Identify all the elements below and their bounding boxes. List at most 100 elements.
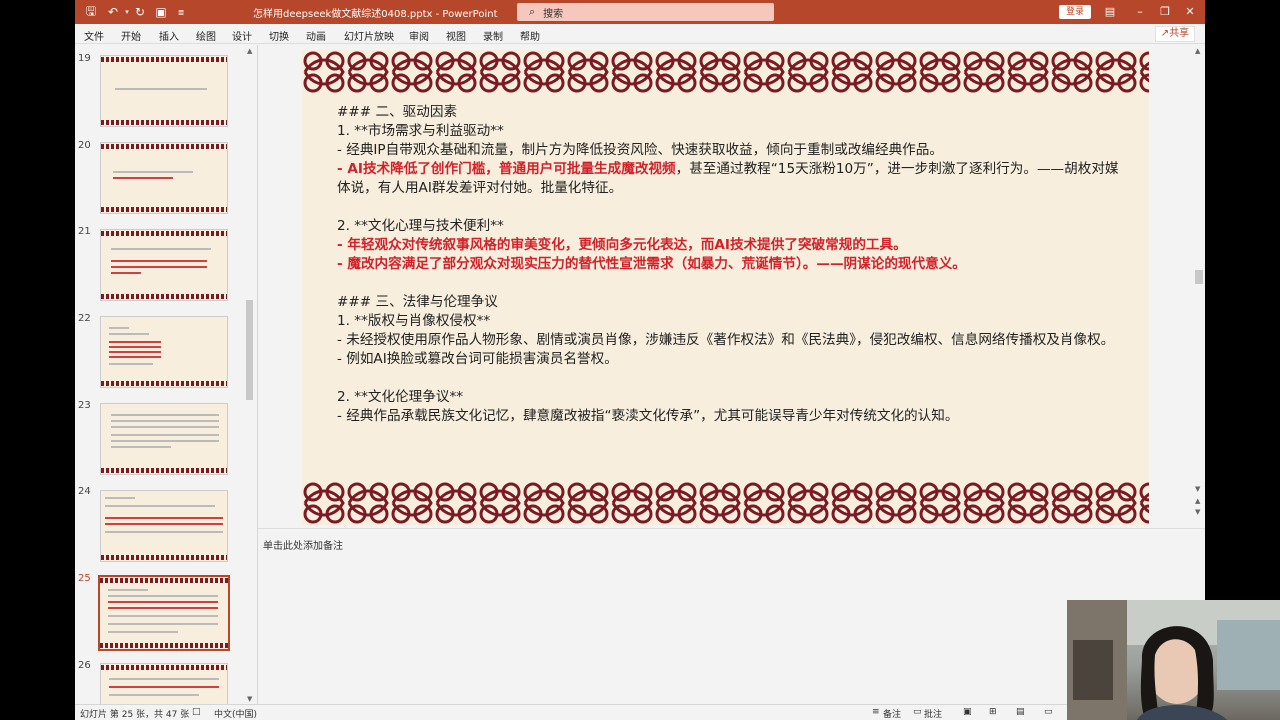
tab-record[interactable]: 录制 (483, 28, 503, 43)
thumb-text (111, 426, 219, 428)
thumb-text (109, 341, 161, 343)
share-button[interactable]: ↗共享 (1155, 26, 1195, 42)
slide-thumbnail[interactable] (100, 663, 228, 705)
highlight-text: - AI技术降低了创作门槛，普通用户可批量生成魔改视频 (337, 161, 676, 177)
thumb-text (111, 446, 171, 448)
thumb-text (109, 686, 219, 688)
slide-bullet-highlight: - 年轻观众对传统叙事风格的审美变化，更倾向多元化表达，而AI技术提供了突破常规… (337, 237, 907, 253)
share-icon: ↗ (1160, 28, 1170, 39)
tab-home[interactable]: 开始 (121, 28, 141, 43)
next-slide-icon[interactable]: ▼ (1195, 508, 1200, 516)
thumb-text (111, 266, 207, 268)
scroll-thumb[interactable] (246, 300, 253, 400)
thumb-text (111, 414, 219, 416)
notes-icon[interactable]: ≡ (872, 707, 880, 717)
thumb-border (100, 578, 228, 583)
slide-thumbnail[interactable] (100, 229, 228, 301)
notes-toggle[interactable]: 备注 (883, 707, 901, 720)
notes-pane[interactable]: 单击此处添加备注 (258, 528, 1205, 704)
powerpoint-window: 🖫 ↶ ▾ ↻ ▣ ≣ 怎样用deepseek做文献综述0408.pptx - … (75, 0, 1205, 720)
accessibility-icon[interactable]: □ (192, 707, 201, 717)
thumb-number: 22 (78, 313, 91, 324)
tab-help[interactable]: 帮助 (520, 28, 540, 43)
scroll-thumb[interactable] (1195, 270, 1203, 284)
slide-bullet: - 例如AI换脸或篡改台词可能损害演员名誉权。 (337, 351, 618, 367)
thumb-border (101, 57, 227, 62)
thumb-text (111, 272, 141, 274)
thumb-border (101, 555, 227, 560)
thumb-text (113, 171, 193, 173)
notes-placeholder[interactable]: 单击此处添加备注 (263, 537, 343, 552)
customize-toolbar-icon[interactable]: ≣ (173, 4, 189, 20)
ribbon-display-icon[interactable]: ▤ (1100, 3, 1120, 21)
thumb-text (108, 623, 218, 625)
present-icon[interactable]: ▣ (153, 4, 169, 20)
tab-transitions[interactable]: 切换 (269, 28, 289, 43)
scroll-up-icon[interactable]: ▲ (1195, 47, 1200, 55)
slide-sorter-icon[interactable]: ⊞ (989, 707, 997, 717)
slide-bullet: - 经典作品承载民族文化记忆，肆意魔改被指“亵渎文化传承”，尤其可能误导青少年对… (337, 408, 959, 424)
previous-slide-icon[interactable]: ▲ (1195, 497, 1200, 505)
close-icon[interactable]: ✕ (1180, 3, 1200, 21)
comments-icon[interactable]: ▭ (913, 707, 922, 717)
normal-view-icon[interactable]: ▣ (963, 707, 972, 717)
search-input[interactable]: ⌕ 搜索 (517, 3, 774, 21)
redo-icon[interactable]: ↻ (132, 4, 148, 20)
decorative-border-top (302, 50, 1149, 94)
tab-file[interactable]: 文件 (84, 28, 104, 43)
status-bar: 幻灯片 第 25 张，共 47 张 □ 中文(中国) ≡ 备注 ▭ 批注 ▣ ⊞… (75, 704, 1205, 720)
language-indicator[interactable]: 中文(中国) (214, 707, 257, 720)
slide-thumbnail-active[interactable] (98, 575, 230, 651)
slide-thumbnail[interactable] (100, 316, 228, 388)
reading-view-icon[interactable]: ▤ (1016, 707, 1025, 717)
thumbnail-scrollbar[interactable]: ▲ ▼ (245, 45, 255, 705)
slide-thumbnail[interactable] (100, 55, 228, 127)
slide-text-body[interactable]: ### 二、驱动因素 1. **市场需求与利益驱动** - 经典IP自带观众基础… (337, 103, 1127, 426)
tab-insert[interactable]: 插入 (159, 28, 179, 43)
tab-design[interactable]: 设计 (232, 28, 252, 43)
thumb-text (109, 694, 199, 696)
title-bar: 🖫 ↶ ▾ ↻ ▣ ≣ 怎样用deepseek做文献综述0408.pptx - … (75, 0, 1205, 24)
slide-thumbnail[interactable] (100, 142, 228, 214)
restore-icon[interactable]: ❐ (1155, 3, 1175, 21)
slide-canvas[interactable]: ### 二、驱动因素 1. **市场需求与利益驱动** - 经典IP自带观众基础… (302, 50, 1149, 525)
tab-draw[interactable]: 绘图 (196, 28, 216, 43)
slide-bullet: - 经典IP自带观众基础和流量，制片方为降低投资风险、快速获取收益，倾向于重制或… (337, 142, 943, 158)
tab-review[interactable]: 审阅 (409, 28, 429, 43)
thumb-number: 26 (78, 660, 91, 671)
thumb-text (108, 589, 148, 591)
tab-slideshow[interactable]: 幻灯片放映 (344, 28, 394, 43)
slide-bullet: - 未经授权使用原作品人物形象、剧情或演员肖像，涉嫌违反《著作权法》和《民法典》… (337, 332, 1115, 348)
slide-thumbnail[interactable] (100, 403, 228, 475)
editor-scrollbar[interactable]: ▲ ▼ ▲ ▼ (1193, 45, 1205, 520)
scroll-down-icon[interactable]: ▼ (247, 695, 252, 703)
slide-subheading: 1. **版权与肖像权侵权** (337, 313, 491, 329)
decorative-border-bottom (302, 481, 1149, 525)
comments-toggle[interactable]: 批注 (924, 707, 942, 720)
slide-subheading: 2. **文化伦理争议** (337, 389, 464, 405)
slide-thumbnail[interactable] (100, 490, 228, 562)
thumb-border (101, 144, 227, 149)
slide-subheading: 2. **文化心理与技术便利** (337, 218, 504, 234)
thumb-border (101, 207, 227, 212)
thumb-text (109, 346, 161, 348)
thumb-border (101, 120, 227, 125)
slide-bullet-highlight: - 魔改内容满足了部分观众对现实压力的替代性宣泄需求（如暴力、荒诞情节）。——阴… (337, 256, 966, 272)
thumb-number-active: 25 (78, 573, 91, 584)
minimize-icon[interactable]: – (1130, 3, 1150, 21)
save-icon[interactable]: 🖫 (83, 4, 99, 20)
login-button[interactable]: 登录 (1059, 5, 1091, 19)
thumb-text (115, 88, 207, 90)
thumb-text (108, 595, 218, 597)
scroll-down-icon[interactable]: ▼ (1195, 485, 1200, 493)
tab-view[interactable]: 视图 (446, 28, 466, 43)
tab-animations[interactable]: 动画 (306, 28, 326, 43)
thumb-text (111, 420, 219, 422)
slideshow-view-icon[interactable]: ▭ (1044, 707, 1053, 717)
thumb-text (113, 177, 173, 179)
thumb-text (109, 356, 161, 358)
scroll-up-icon[interactable]: ▲ (247, 47, 252, 55)
thumb-text (111, 260, 207, 262)
